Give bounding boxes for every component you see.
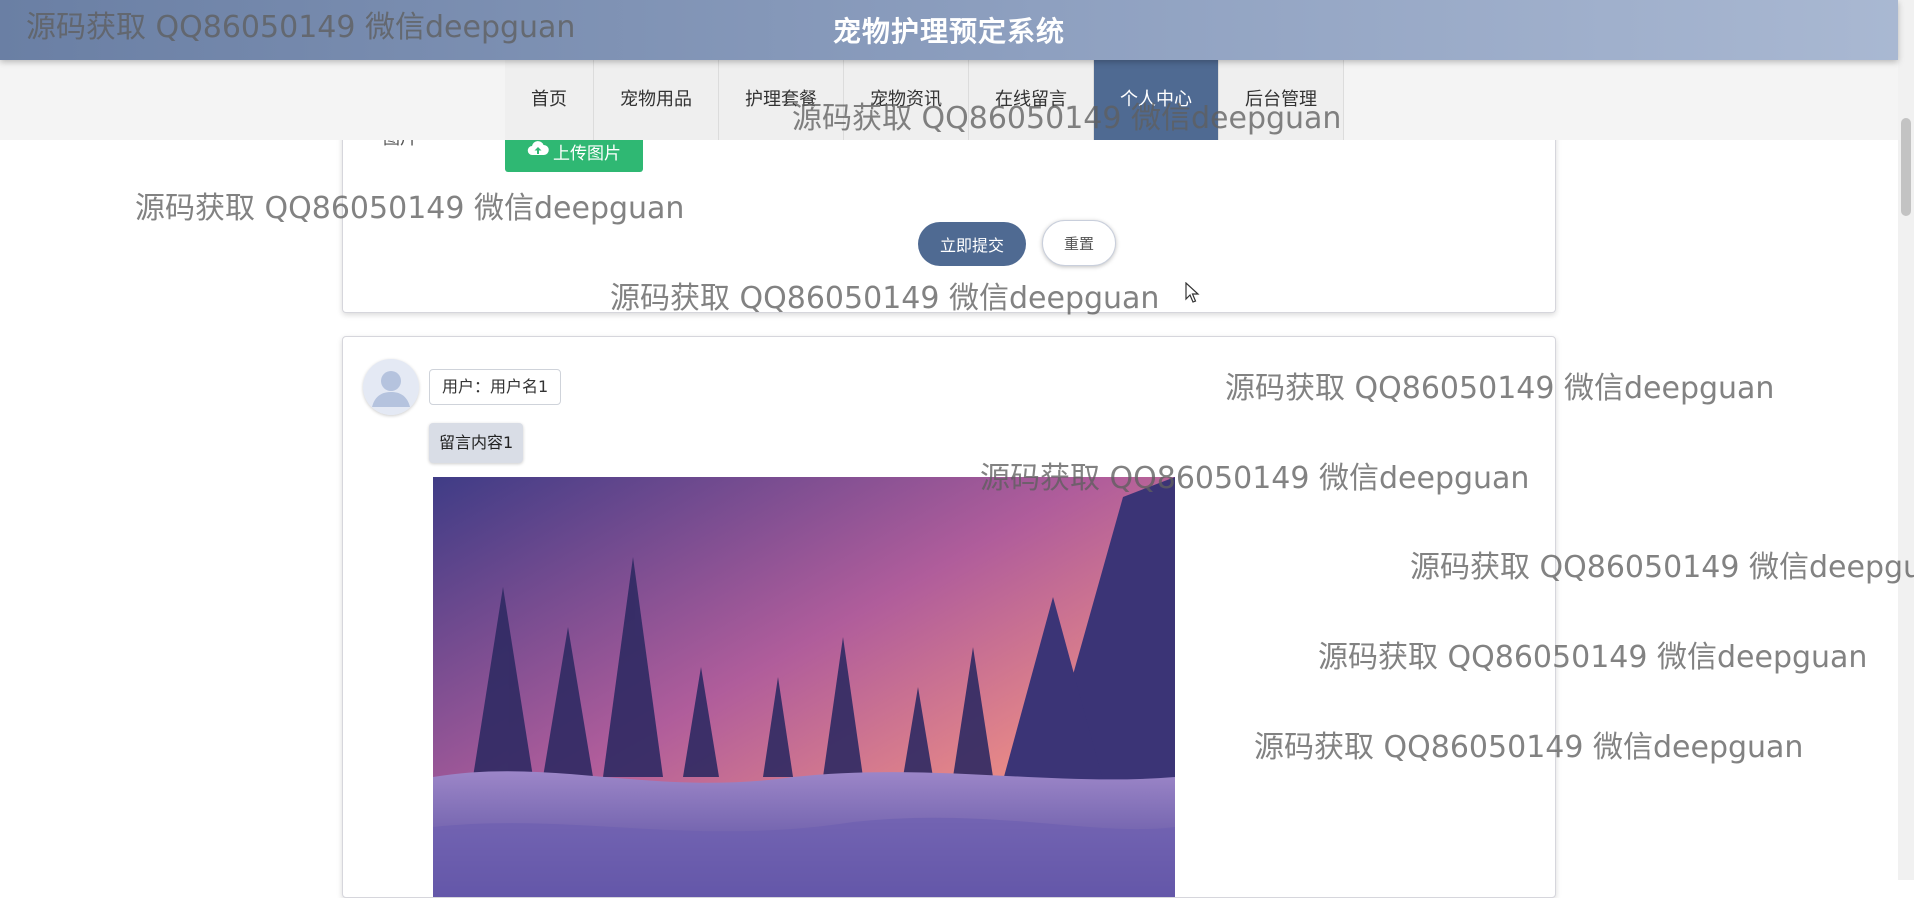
nav-item-online-message[interactable]: 在线留言 (969, 60, 1094, 140)
nav-item-admin[interactable]: 后台管理 (1219, 60, 1344, 140)
scrollbar-thumb[interactable] (1901, 118, 1911, 216)
reset-button[interactable]: 重置 (1042, 220, 1116, 266)
message-form-panel: 图片 上传图片 立即提交 重置 (342, 120, 1556, 313)
message-content: 留言内容1 (429, 423, 524, 463)
message-username: 用户：用户名1 (429, 369, 562, 405)
nav-bar: 首页 宠物用品 护理套餐 宠物资讯 在线留言 个人中心 后台管理 (0, 60, 1898, 140)
nav-item-personal-center[interactable]: 个人中心 (1094, 60, 1219, 140)
mouse-cursor-icon (1185, 281, 1201, 308)
message-item: 用户：用户名1 留言内容1 (342, 336, 1556, 898)
page-title: 宠物护理预定系统 (832, 15, 1065, 48)
nav-item-pet-supplies[interactable]: 宠物用品 (594, 60, 719, 140)
page-scrollbar[interactable] (1898, 0, 1914, 880)
cloud-upload-icon (527, 140, 549, 163)
nav-item-pet-news[interactable]: 宠物资讯 (844, 60, 969, 140)
nav-item-care-packages[interactable]: 护理套餐 (719, 60, 844, 140)
main-nav: 首页 宠物用品 护理套餐 宠物资讯 在线留言 个人中心 后台管理 (505, 60, 1344, 140)
submit-button[interactable]: 立即提交 (918, 222, 1026, 266)
app-header: 宠物护理预定系统 (0, 0, 1898, 60)
message-image (433, 477, 1175, 897)
nav-item-home[interactable]: 首页 (505, 60, 594, 140)
user-avatar-icon (363, 359, 419, 415)
upload-image-label: 上传图片 (553, 143, 621, 163)
